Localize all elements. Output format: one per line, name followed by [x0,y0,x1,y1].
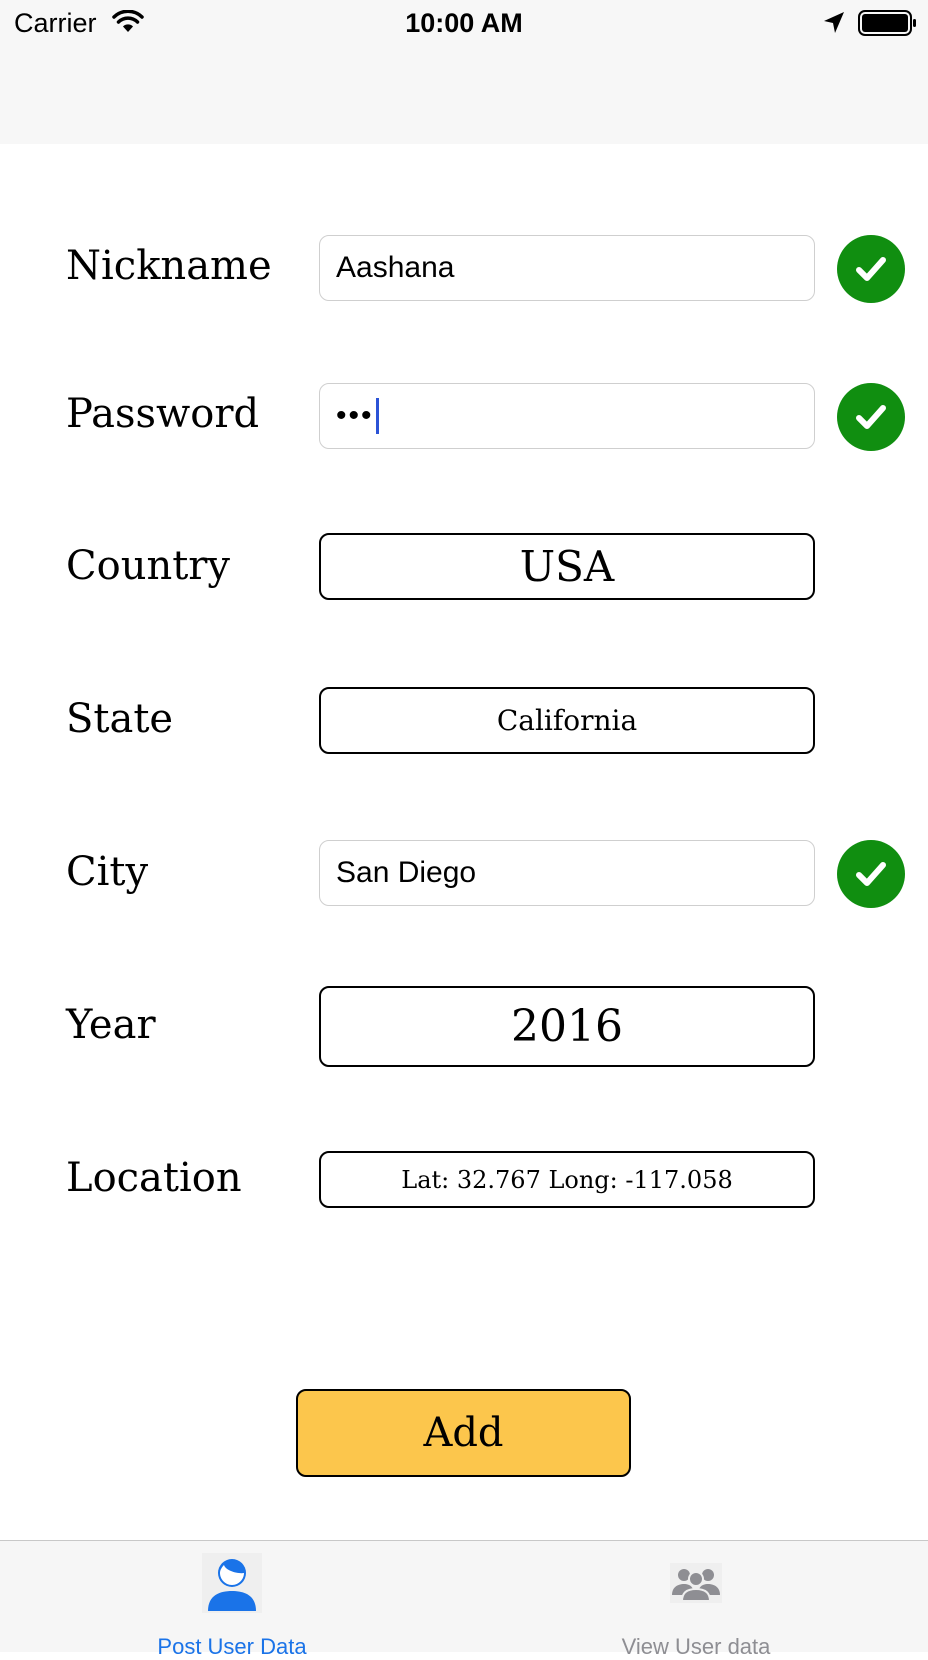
city-field[interactable]: San Diego [319,840,815,906]
tab-view-user-data[interactable]: View User data [464,1541,928,1659]
state-picker[interactable]: California [319,687,815,754]
city-valid-icon [837,840,905,908]
person-icon [202,1553,262,1618]
password-field[interactable]: ••• [319,383,815,449]
battery-icon [858,9,918,42]
nickname-field[interactable]: Aashana [319,235,815,301]
state-value: California [496,704,638,737]
location-services-icon [822,10,846,41]
tab-post-user-data[interactable]: Post User Data [0,1541,464,1659]
location-label: Location [66,1155,242,1201]
password-masked-value: ••• [336,399,374,432]
year-value: 2016 [511,1001,623,1052]
tab-bar: Post User Data View User data [0,1540,928,1659]
country-picker[interactable]: USA [319,533,815,600]
group-icon [670,1563,722,1608]
tab-post-user-data-label: Post User Data [157,1634,307,1659]
password-label: Password [66,391,260,437]
country-label: Country [66,543,231,589]
status-time: 10:00 AM [405,8,523,38]
nickname-label: Nickname [66,243,272,289]
location-value: Lat: 32.767 Long: -117.058 [401,1165,733,1194]
add-button[interactable]: Add [296,1389,631,1477]
nickname-value: Aashana [336,251,455,284]
state-label: State [66,696,174,742]
password-valid-icon [837,383,905,451]
nickname-valid-icon [837,235,905,303]
location-display[interactable]: Lat: 32.767 Long: -117.058 [319,1151,815,1208]
city-value: San Diego [336,856,477,889]
city-label: City [66,849,149,895]
country-value: USA [519,542,615,591]
status-bar: Carrier 10:00 AM [0,0,928,144]
tab-view-user-data-label: View User data [621,1634,771,1659]
text-cursor [375,398,379,434]
year-label: Year [66,1002,156,1048]
year-picker[interactable]: 2016 [319,986,815,1067]
